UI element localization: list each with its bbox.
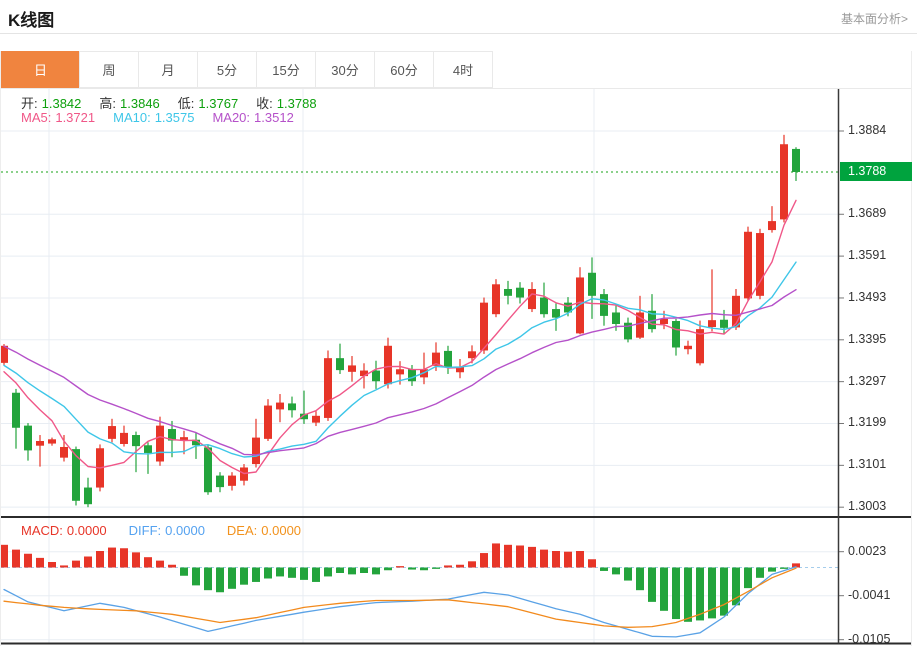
header-divider	[0, 33, 917, 34]
chart-plot-area[interactable]: 开: 1.3842 高: 1.3846 低: 1.3767 收: 1.3788 MA5: 1.3…	[1, 89, 912, 646]
tab-day[interactable]: 日	[1, 51, 80, 88]
kline-panel: 日周月 5分 15分 30分 60分 4时 开: 1.3842 高: 1.3846 低: 1.376…	[0, 51, 912, 646]
tab-60min[interactable]: 60分	[374, 51, 434, 88]
candles-layer	[1, 134, 800, 508]
tab-5min[interactable]: 5分	[197, 51, 257, 88]
tab-30min[interactable]: 30分	[315, 51, 375, 88]
fundamental-analysis-link[interactable]: 基本面分析>	[841, 10, 908, 27]
tab-15min[interactable]: 15分	[256, 51, 316, 88]
tab-4hour[interactable]: 4时	[433, 51, 493, 88]
page-title: K线图	[8, 11, 55, 30]
tab-month[interactable]: 月	[138, 51, 198, 88]
kline-chart-canvas	[1, 89, 911, 645]
interval-tab-bar: 日周月 5分 15分 30分 60分 4时	[1, 51, 911, 89]
tab-week[interactable]: 周	[79, 51, 139, 88]
